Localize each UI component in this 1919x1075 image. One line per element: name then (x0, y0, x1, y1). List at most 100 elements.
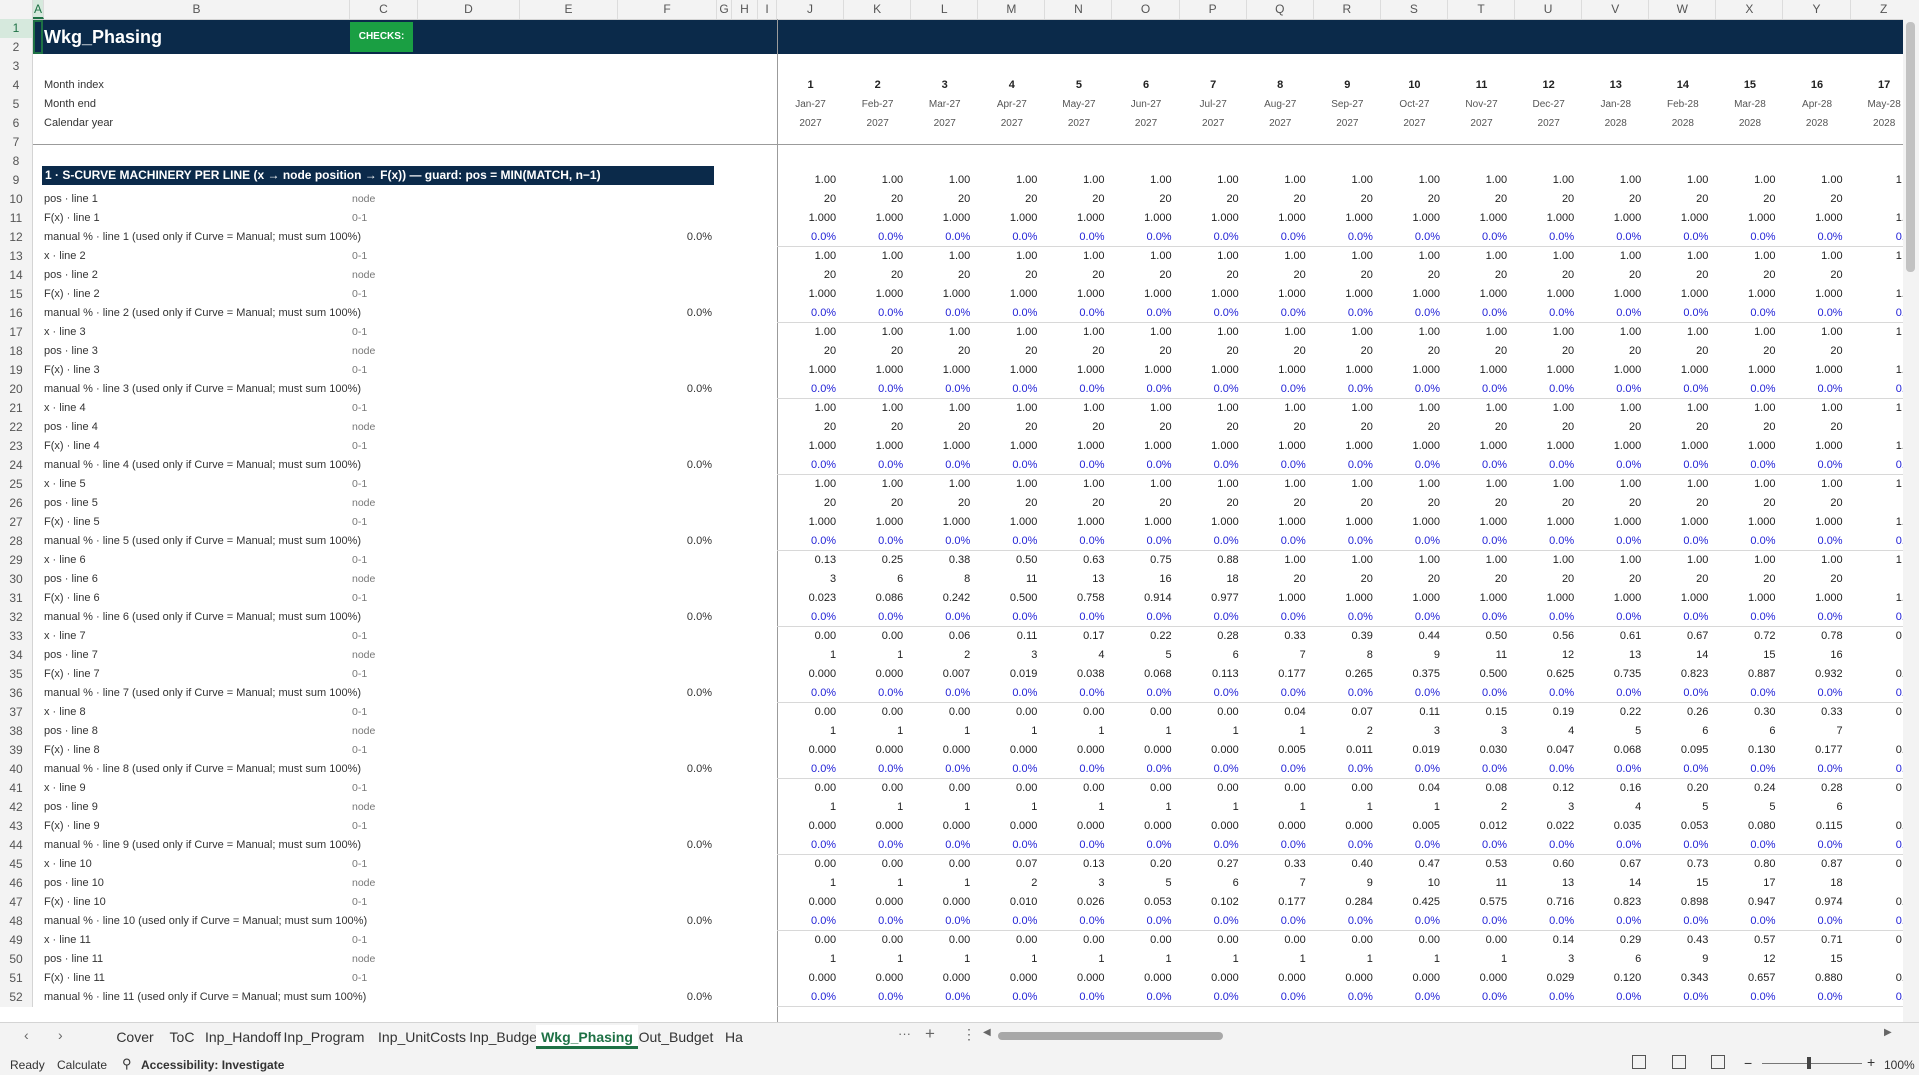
row-unit[interactable]: node (352, 798, 375, 817)
row-unit[interactable]: node (352, 190, 375, 209)
data-cell[interactable]: 1 (1182, 722, 1239, 741)
data-cell[interactable]: 0.005 (1383, 817, 1440, 836)
calendar-year-cell[interactable]: 2027 (1314, 114, 1381, 133)
data-cell[interactable]: 20 (1450, 418, 1507, 437)
column-header-j[interactable]: J (777, 0, 845, 19)
column-header-z[interactable]: Z (1851, 0, 1903, 19)
data-cell[interactable]: 20 (1718, 266, 1775, 285)
data-cell[interactable]: 1 (1383, 950, 1440, 969)
data-cell[interactable]: 1 (779, 722, 836, 741)
data-cell[interactable]: 1 (779, 646, 836, 665)
data-cell[interactable]: 0.005 (1249, 741, 1306, 760)
data-cell[interactable]: 1.000 (1115, 513, 1172, 532)
data-cell[interactable]: 0.00 (1182, 931, 1238, 950)
data-cell[interactable]: 6 (1718, 722, 1775, 741)
sheet-tab-out-budget[interactable]: Out_Budget (628, 1025, 724, 1049)
data-cell[interactable]: 0.00 (846, 627, 903, 646)
data-cell[interactable]: 1.00 (1584, 247, 1641, 266)
data-cell[interactable] (1896, 418, 1903, 437)
row-number-19[interactable]: 19 (0, 361, 33, 380)
data-cell[interactable]: 20 (1786, 494, 1842, 513)
data-cell[interactable]: 1.00 (1115, 247, 1171, 266)
data-cell[interactable]: 1 (980, 950, 1037, 969)
data-cell[interactable]: 0.60 (1517, 855, 1574, 874)
data-cell[interactable]: 0.000 (779, 665, 837, 684)
data-cell[interactable]: 1.00 (846, 323, 903, 342)
data-cell[interactable]: 1.0 (1896, 209, 1903, 228)
row-unit[interactable]: 0-1 (352, 399, 367, 418)
data-cell[interactable]: 0.0% (1115, 684, 1172, 703)
data-cell[interactable]: 0.0% (846, 380, 903, 399)
data-cell[interactable]: 20 (980, 494, 1037, 513)
data-cell[interactable]: 0.00 (913, 703, 970, 722)
data-cell[interactable]: 1.000 (913, 285, 971, 304)
data-cell[interactable]: 1.000 (779, 361, 837, 380)
data-cell[interactable]: 1.000 (1584, 209, 1642, 228)
data-cell[interactable]: 0.0% (779, 988, 836, 1007)
data-cell[interactable]: 20 (913, 190, 970, 209)
data-cell[interactable]: 1.00 (779, 475, 836, 494)
data-cell[interactable]: 0.000 (1182, 817, 1239, 836)
data-cell[interactable]: 20 (1786, 570, 1842, 589)
data-cell[interactable]: 1.000 (1517, 209, 1575, 228)
row-unit[interactable]: node (352, 722, 375, 741)
data-cell[interactable]: 0.0% (779, 304, 836, 323)
zoom-slider-track[interactable] (1762, 1063, 1862, 1064)
data-cell[interactable]: 0.000 (980, 741, 1038, 760)
data-cell[interactable]: 0.12 (1517, 779, 1574, 798)
data-cell[interactable]: 0.0% (980, 684, 1037, 703)
month-end-cell[interactable]: May-27 (1045, 95, 1112, 114)
data-cell[interactable]: 1.00 (913, 171, 970, 190)
data-cell[interactable]: 0.0% (1249, 684, 1306, 703)
data-cell[interactable]: 0.0% (1584, 228, 1641, 247)
data-cell[interactable]: 0.0% (1450, 608, 1507, 627)
data-cell[interactable]: 1.000 (1786, 361, 1843, 380)
data-cell[interactable]: 1.00 (1584, 551, 1641, 570)
data-cell[interactable]: 1.00 (980, 247, 1037, 266)
data-cell[interactable]: 0.0% (1718, 836, 1775, 855)
column-header-y[interactable]: Y (1784, 0, 1851, 19)
data-cell[interactable]: 0.0% (913, 684, 970, 703)
data-cell[interactable]: 0.000 (980, 817, 1038, 836)
data-cell[interactable]: 0.0% (1718, 228, 1775, 247)
data-cell[interactable]: 0.0% (1182, 456, 1239, 475)
data-cell[interactable]: 1.00 (1249, 475, 1305, 494)
row-number-18[interactable]: 18 (0, 342, 33, 361)
data-cell[interactable]: 1.00 (980, 171, 1037, 190)
row-number-22[interactable]: 22 (0, 418, 33, 437)
data-cell[interactable]: 0.0% (980, 988, 1037, 1007)
page-break-view-icon[interactable] (1711, 1055, 1725, 1069)
data-cell[interactable]: 0.0% (1316, 836, 1373, 855)
data-cell[interactable]: 1.000 (1450, 209, 1508, 228)
data-cell[interactable]: 0.0% (1249, 912, 1306, 931)
data-cell[interactable]: 0.27 (1182, 855, 1238, 874)
data-cell[interactable]: 20 (1316, 494, 1373, 513)
data-cell[interactable]: 1.000 (1249, 361, 1306, 380)
data-cell[interactable]: 0.0% (1718, 380, 1775, 399)
row-number-24[interactable]: 24 (0, 456, 33, 475)
data-cell[interactable]: 11 (980, 570, 1037, 589)
row-number-27[interactable]: 27 (0, 513, 33, 532)
data-cell[interactable]: 1.00 (846, 171, 903, 190)
row-number-29[interactable]: 29 (0, 551, 33, 570)
data-cell[interactable]: 1.00 (1651, 399, 1708, 418)
data-cell[interactable]: 0.030 (1450, 741, 1508, 760)
row-unit[interactable]: 0-1 (352, 627, 367, 646)
row-number-7[interactable]: 7 (0, 133, 33, 152)
data-cell[interactable]: 0.000 (846, 741, 904, 760)
data-cell[interactable]: 0.2 (1896, 741, 1903, 760)
data-cell[interactable]: 0.657 (1718, 969, 1776, 988)
data-cell[interactable]: 0.0% (1249, 380, 1306, 399)
data-cell[interactable]: 0.00 (1249, 931, 1305, 950)
row-unit[interactable]: node (352, 646, 375, 665)
month-index-cell[interactable]: 17 (1851, 76, 1903, 95)
data-cell[interactable]: 0.007 (913, 665, 971, 684)
data-cell[interactable]: 0.000 (846, 969, 904, 988)
data-cell[interactable]: 0.053 (1115, 893, 1172, 912)
manual-total[interactable]: 0.0% (640, 228, 712, 247)
data-cell[interactable]: 20 (980, 190, 1037, 209)
data-cell[interactable]: 0.0% (1182, 988, 1239, 1007)
data-cell[interactable]: 0.000 (1249, 817, 1306, 836)
row-unit[interactable]: node (352, 418, 375, 437)
data-cell[interactable]: 0.47 (1383, 855, 1440, 874)
